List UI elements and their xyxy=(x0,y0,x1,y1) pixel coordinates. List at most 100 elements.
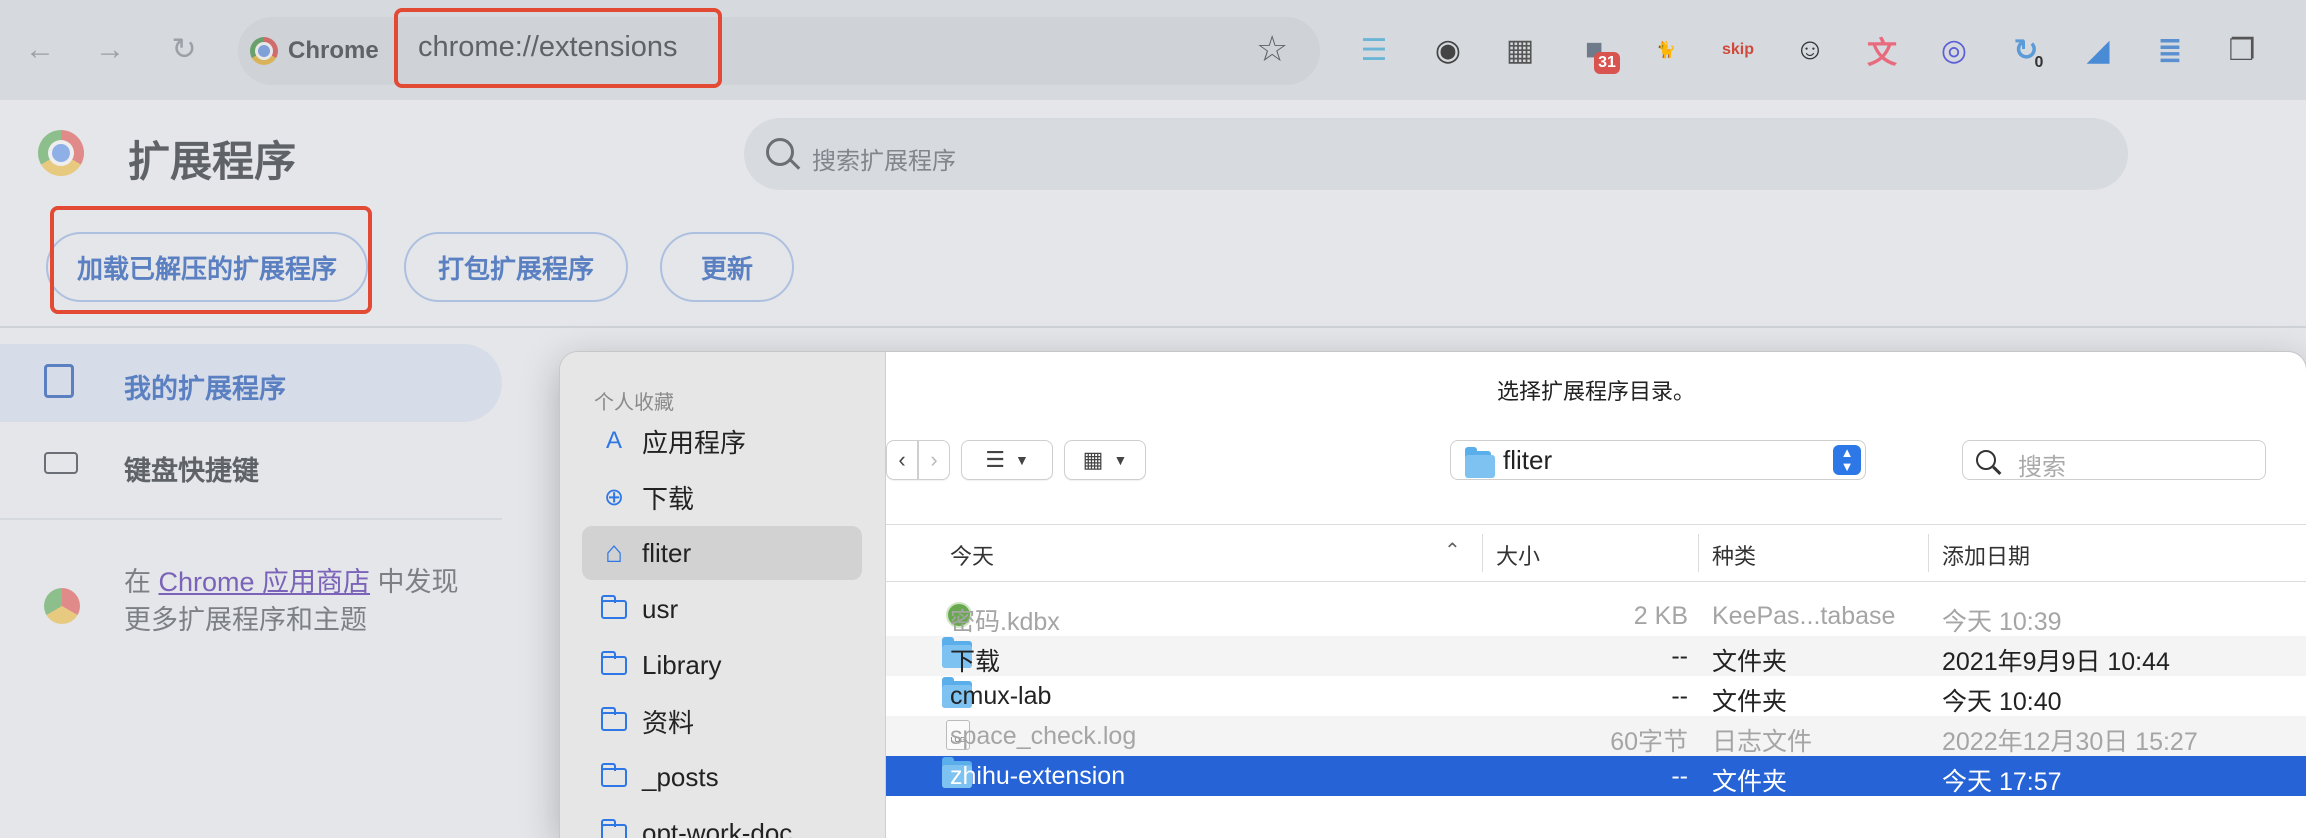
pack-extension-button[interactable]: 打包扩展程序 xyxy=(404,232,628,302)
copy-icon[interactable]: ❐ xyxy=(2222,30,2262,70)
web-store-link[interactable]: Chrome 应用商店 xyxy=(159,567,371,597)
puzzle-icon xyxy=(44,364,74,398)
applications-icon: A xyxy=(605,427,622,454)
grid-view-icon: ▦ xyxy=(1082,447,1104,472)
bookmark-star-icon[interactable]: ☆ xyxy=(1256,28,1288,70)
file-name: zhihu-extension xyxy=(950,762,1126,790)
sidebar-item-label: 下载 xyxy=(642,483,695,514)
folder-icon xyxy=(600,650,628,677)
sidebar-item--posts[interactable]: _posts xyxy=(582,750,862,804)
file-chooser-dialog: 个人收藏 A 应用程序 ⊕ 下载 ⌂ fliter usr Library 资料 _postsop… xyxy=(560,352,2306,838)
load-unpacked-highlight-box xyxy=(50,206,372,314)
folder-icon xyxy=(600,706,628,733)
column-separator xyxy=(1928,534,1929,572)
dialog-search-placeholder: 搜索 xyxy=(2018,454,2066,481)
sidebar-item-label: fliter xyxy=(642,537,692,568)
folder-icon xyxy=(600,762,628,789)
file-kind: 文件夹 xyxy=(1712,648,1788,676)
translate-icon[interactable]: 文 xyxy=(1862,30,1902,70)
url-text[interactable]: chrome://extensions xyxy=(418,31,678,64)
file-date: 2022年12月30日 15:27 xyxy=(1942,728,2198,756)
feather-icon[interactable]: ◢ xyxy=(2078,30,2118,70)
sort-chevron-up-icon[interactable]: ⌃ xyxy=(1444,538,1461,563)
qrcode-icon[interactable]: ▦ xyxy=(1500,30,1540,70)
web-store-text-line2: 更多扩展程序和主题 xyxy=(124,605,367,635)
sidebar-item-fliter[interactable]: ⌂ fliter xyxy=(582,526,862,580)
sidebar-item-label: usr xyxy=(642,593,679,624)
circle-icon[interactable]: ◎ xyxy=(1934,30,1974,70)
back-arrow-icon[interactable]: ← xyxy=(22,32,58,68)
reader-icon[interactable]: ≣ xyxy=(2150,30,2190,70)
column-kind[interactable]: 种类 xyxy=(1712,539,1756,571)
file-kind: 日志文件 xyxy=(1712,728,1813,756)
forward-chevron-icon[interactable]: › xyxy=(918,440,950,480)
sidebar-item-opt-work-doc[interactable]: opt-work-doc xyxy=(582,806,862,838)
extension-badge: 0 xyxy=(2034,54,2044,71)
header-bottom-line xyxy=(886,581,2306,582)
sidebar-item-usr[interactable]: usr xyxy=(582,582,862,636)
file-row[interactable]: 下载 -- 文件夹 2021年9月9日 10:44 xyxy=(886,636,2306,676)
cat-icon[interactable]: 🐈 xyxy=(1646,30,1686,70)
nav-divider xyxy=(0,518,502,520)
web-store-icon xyxy=(44,588,80,624)
dialog-main: 选择扩展程序目录。 ‹ › ☰ ▼ ▦ ▼ fliter ▲ ▼ 搜索 今天 ⌃ 大小… xyxy=(886,352,2306,838)
nav-my-extensions-label: 我的扩展程序 xyxy=(124,374,286,404)
grid-view-menu[interactable]: ▦ ▼ xyxy=(1064,440,1146,480)
search-placeholder: 搜索扩展程序 xyxy=(812,148,956,175)
skip-ad-icon[interactable]: skip xyxy=(1718,30,1758,70)
file-kind: 文件夹 xyxy=(1712,688,1788,716)
file-name: cmux-lab xyxy=(950,682,1052,710)
favorites-header: 个人收藏 xyxy=(594,392,674,414)
forward-arrow-icon[interactable]: → xyxy=(92,32,128,68)
list-view-menu[interactable]: ☰ ▼ xyxy=(961,440,1053,480)
file-size: -- xyxy=(1671,762,1688,790)
sidebar-item-library[interactable]: Library xyxy=(582,638,862,692)
file-kind: 文件夹 xyxy=(1712,768,1788,796)
file-date: 今天 10:40 xyxy=(1942,688,2062,716)
file-size: -- xyxy=(1671,682,1688,710)
column-size[interactable]: 大小 xyxy=(1496,539,1540,571)
web-store-text: 在 Chrome 应用商店 中发现 xyxy=(124,560,459,599)
file-row[interactable]: cmux-lab -- 文件夹 今天 10:40 xyxy=(886,676,2306,716)
sidebar-item-label: Library xyxy=(642,649,722,680)
extension-icons-bar: ☰ ◉ ▦ ■ 31 🐈 skip ☺ 文 ◎ ↻ 0 ◢ ≣ ❐ xyxy=(1354,0,2306,100)
column-name[interactable]: 今天 xyxy=(950,539,994,571)
sidebar-item--[interactable]: 资料 xyxy=(582,694,862,748)
file-name: 下载 xyxy=(950,648,1001,676)
column-date[interactable]: 添加日期 xyxy=(1942,539,2030,571)
sidebar-item--[interactable]: ⊕ 下载 xyxy=(582,470,862,524)
update-button[interactable]: 更新 xyxy=(660,232,794,302)
file-kind: KeePas...tabase xyxy=(1712,602,1896,630)
folder-icon xyxy=(600,818,628,838)
reload-icon[interactable]: ↻ xyxy=(166,32,202,68)
file-date: 今天 10:39 xyxy=(1942,608,2062,636)
file-row[interactable]: LOG space_check.log 60字节 日志文件 2022年12月30日 15… xyxy=(886,716,2306,756)
folder-icon xyxy=(1465,447,1495,478)
file-row[interactable]: zhihu-extension -- 文件夹 今天 17:57 xyxy=(886,756,2306,796)
sidebar-item-label: 资料 xyxy=(642,707,695,738)
location-popup[interactable]: fliter ▲ ▼ xyxy=(1450,440,1866,480)
column-separator xyxy=(1482,534,1483,572)
header-top-line xyxy=(886,524,2306,525)
file-size: 2 KB xyxy=(1633,602,1688,630)
github-icon[interactable]: ◉ xyxy=(1428,30,1468,70)
file-size: -- xyxy=(1671,642,1688,670)
dialog-search-input[interactable] xyxy=(1962,440,2266,480)
back-chevron-icon[interactable]: ‹ xyxy=(886,440,918,480)
file-date: 今天 17:57 xyxy=(1942,768,2062,796)
sidebar-item-label: _posts xyxy=(642,761,719,792)
nav-shortcuts[interactable]: 键盘快捷键 xyxy=(124,449,259,488)
web-store-prefix: 在 xyxy=(124,567,159,597)
file-row[interactable]: 密码.kdbx 2 KB KeePas...tabase 今天 10:39 xyxy=(886,596,2306,636)
dialog-sidebar: 个人收藏 A 应用程序 ⊕ 下载 ⌂ fliter usr Library 资料 _postsop… xyxy=(560,352,886,838)
face-icon[interactable]: ☺ xyxy=(1790,30,1830,70)
downloads-icon: ⊕ xyxy=(603,483,625,511)
dialog-title: 选择扩展程序目录。 xyxy=(1496,379,1695,404)
site-chip[interactable]: Chrome xyxy=(250,30,379,72)
file-date: 2021年9月9日 10:44 xyxy=(1942,648,2170,676)
filter-icon[interactable]: ☰ xyxy=(1354,30,1394,70)
home-icon: ⌂ xyxy=(604,536,624,569)
chrome-logo-icon xyxy=(250,37,278,65)
page-title: 扩展程序 xyxy=(128,138,297,185)
sidebar-item--[interactable]: A 应用程序 xyxy=(582,414,862,468)
